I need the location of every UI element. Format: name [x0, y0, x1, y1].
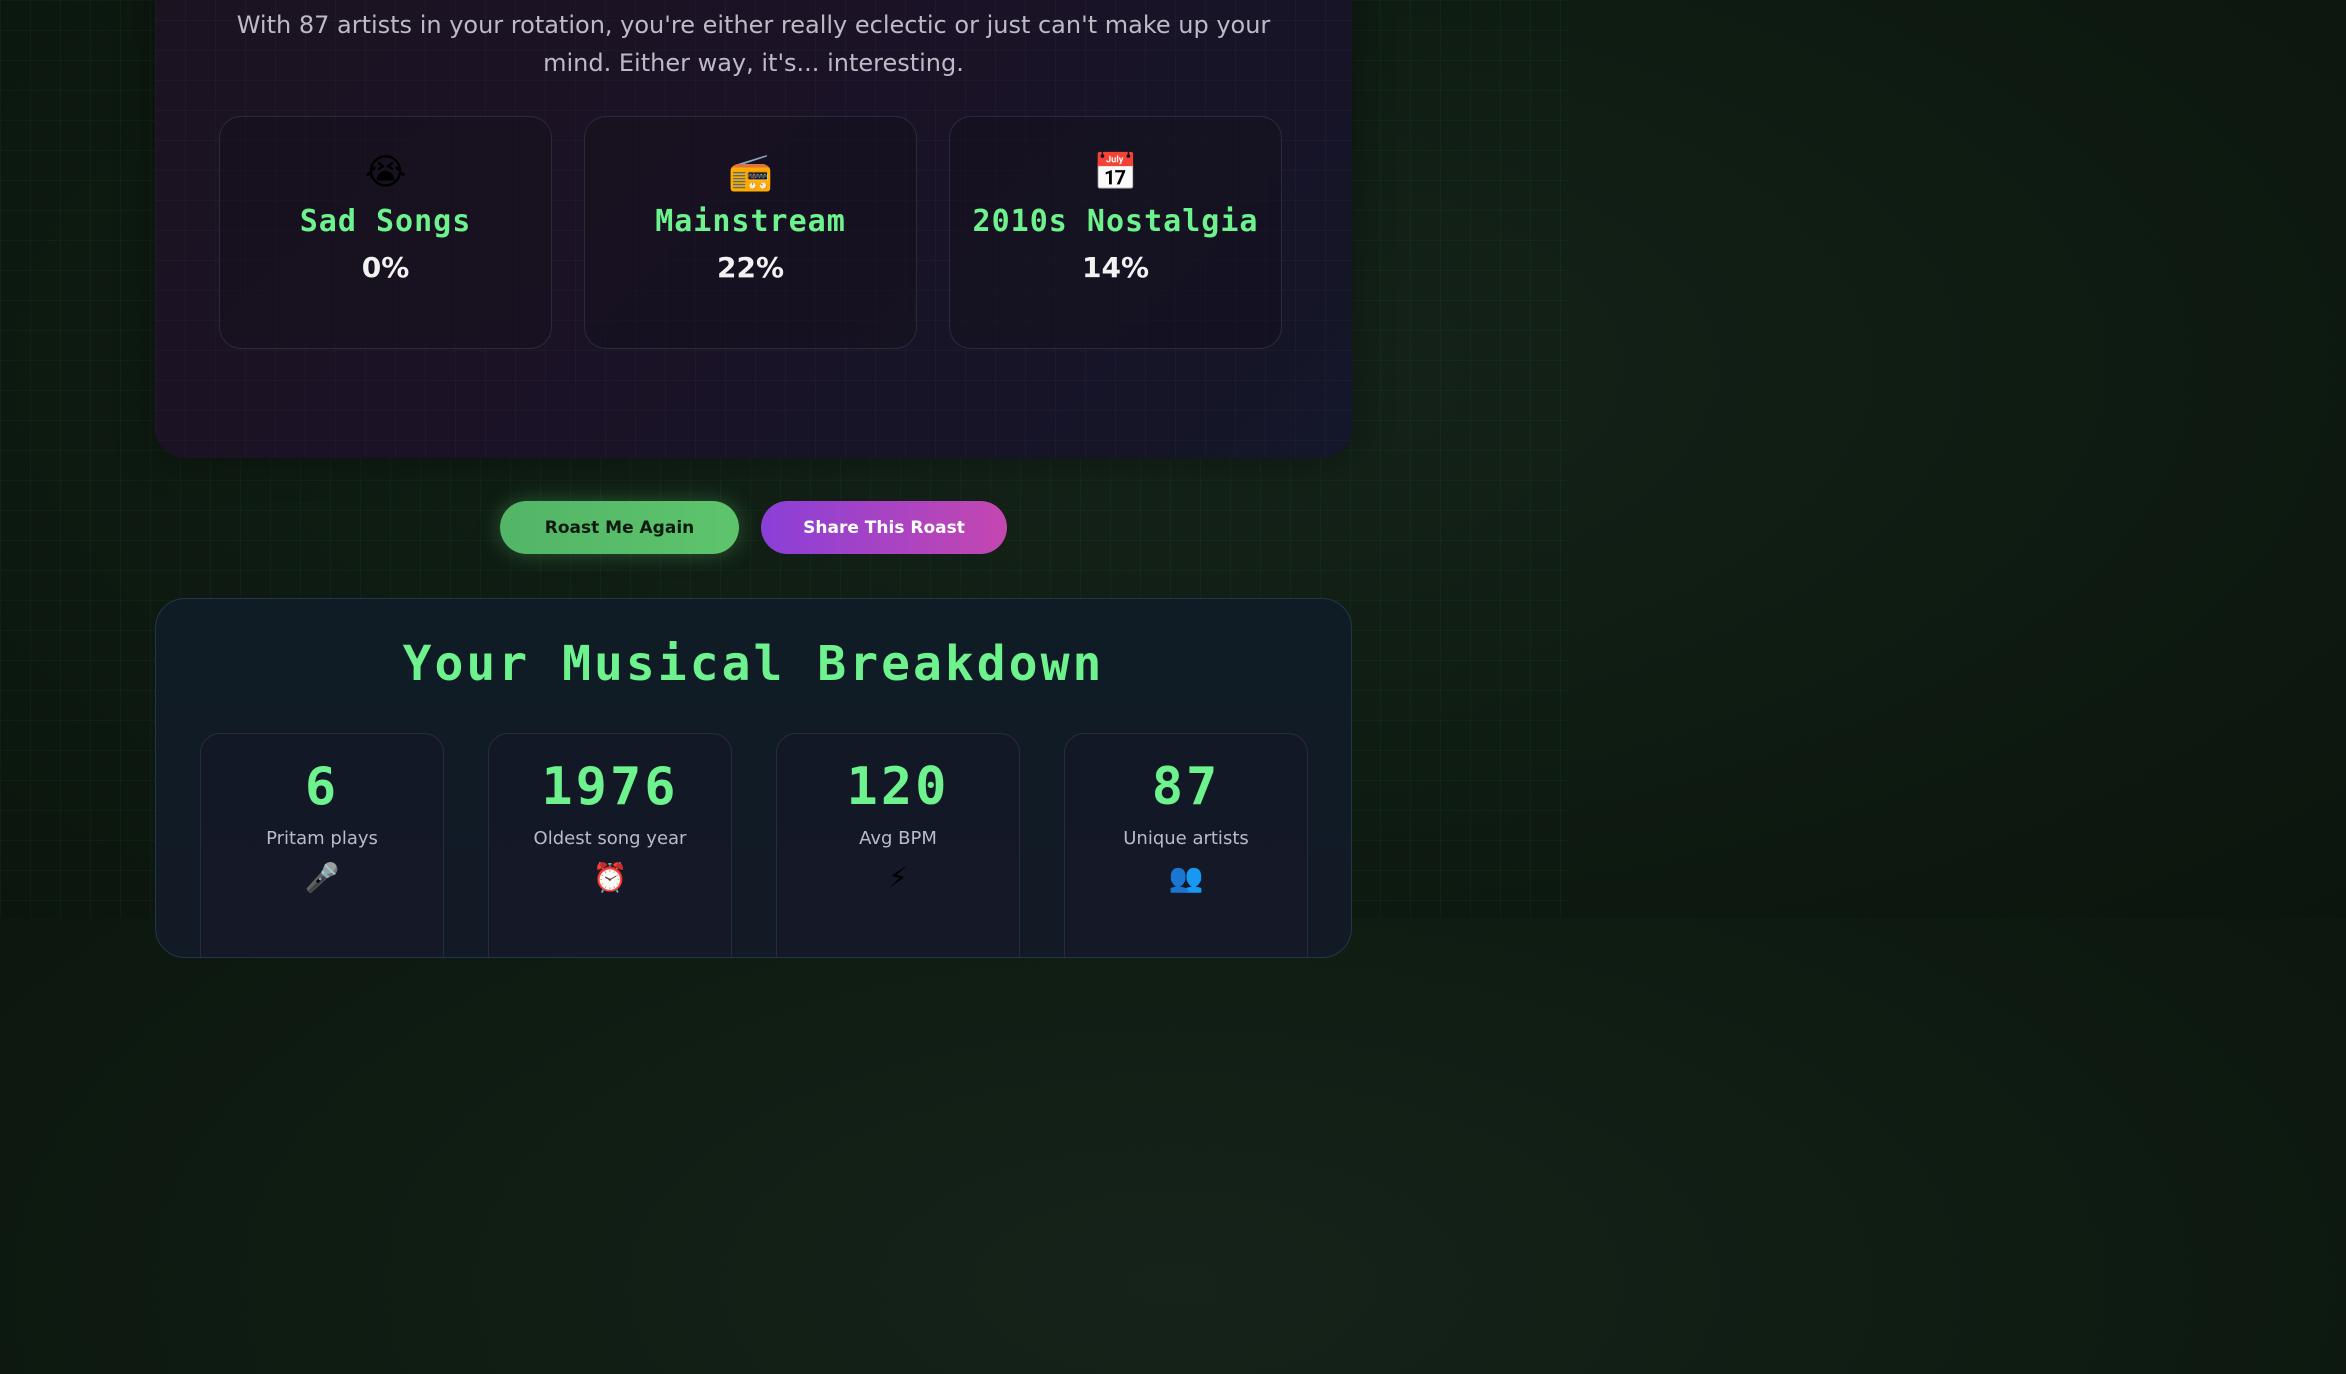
- stat-value: 120: [846, 757, 950, 817]
- roast-panel: With 87 artists in your rotation, you're…: [155, 0, 1352, 458]
- trait-title: 2010s Nostalgia: [972, 204, 1259, 239]
- trait-title: Mainstream: [655, 204, 846, 239]
- stat-card-avg-bpm: 120 Avg BPM ⚡: [776, 733, 1020, 957]
- stat-label: Pritam plays: [266, 828, 378, 849]
- lightning-icon: ⚡: [888, 861, 908, 894]
- roast-again-button[interactable]: Roast Me Again: [500, 501, 739, 554]
- stat-label: Unique artists: [1123, 828, 1249, 849]
- alarm-clock-icon: ⏰: [592, 861, 628, 894]
- trait-card-2010s-nostalgia: 📅 2010s Nostalgia 14%: [949, 116, 1282, 349]
- trait-card-mainstream: 📻 Mainstream 22%: [584, 116, 917, 349]
- radio-icon: 📻: [728, 152, 773, 193]
- stat-card-pritam-plays: 6 Pritam plays 🎤: [200, 733, 444, 957]
- stat-value: 87: [1151, 757, 1221, 817]
- musical-breakdown-panel: Your Musical Breakdown 6 Pritam plays 🎤 …: [155, 598, 1352, 958]
- trait-cards: 😭 Sad Songs 0% 📻 Mainstream 22% 📅 2010s …: [219, 116, 1282, 349]
- breakdown-title: Your Musical Breakdown: [402, 636, 1105, 692]
- stat-label: Oldest song year: [533, 828, 687, 849]
- stat-card-unique-artists: 87 Unique artists 👥: [1064, 733, 1308, 957]
- roast-text: With 87 artists in your rotation, you're…: [236, 11, 1271, 77]
- calendar-icon: 📅: [1093, 152, 1138, 193]
- stat-card-oldest-song-year: 1976 Oldest song year ⏰: [488, 733, 732, 957]
- trait-title: Sad Songs: [299, 204, 472, 239]
- trait-value: 0%: [361, 251, 410, 284]
- stat-value: 1976: [541, 757, 679, 817]
- action-buttons: Roast Me Again Share This Roast: [500, 501, 1007, 554]
- share-roast-button[interactable]: Share This Roast: [761, 501, 1007, 554]
- crying-face-icon: 😭: [364, 152, 407, 193]
- trait-value: 14%: [1081, 251, 1150, 284]
- people-icon: 👥: [1168, 861, 1204, 894]
- stat-label: Avg BPM: [859, 828, 937, 849]
- trait-card-sad-songs: 😭 Sad Songs 0%: [219, 116, 552, 349]
- stat-cards: 6 Pritam plays 🎤 1976 Oldest song year ⏰…: [200, 733, 1308, 957]
- stat-value: 6: [304, 757, 340, 817]
- trait-value: 22%: [716, 251, 785, 284]
- microphone-icon: 🎤: [304, 861, 340, 894]
